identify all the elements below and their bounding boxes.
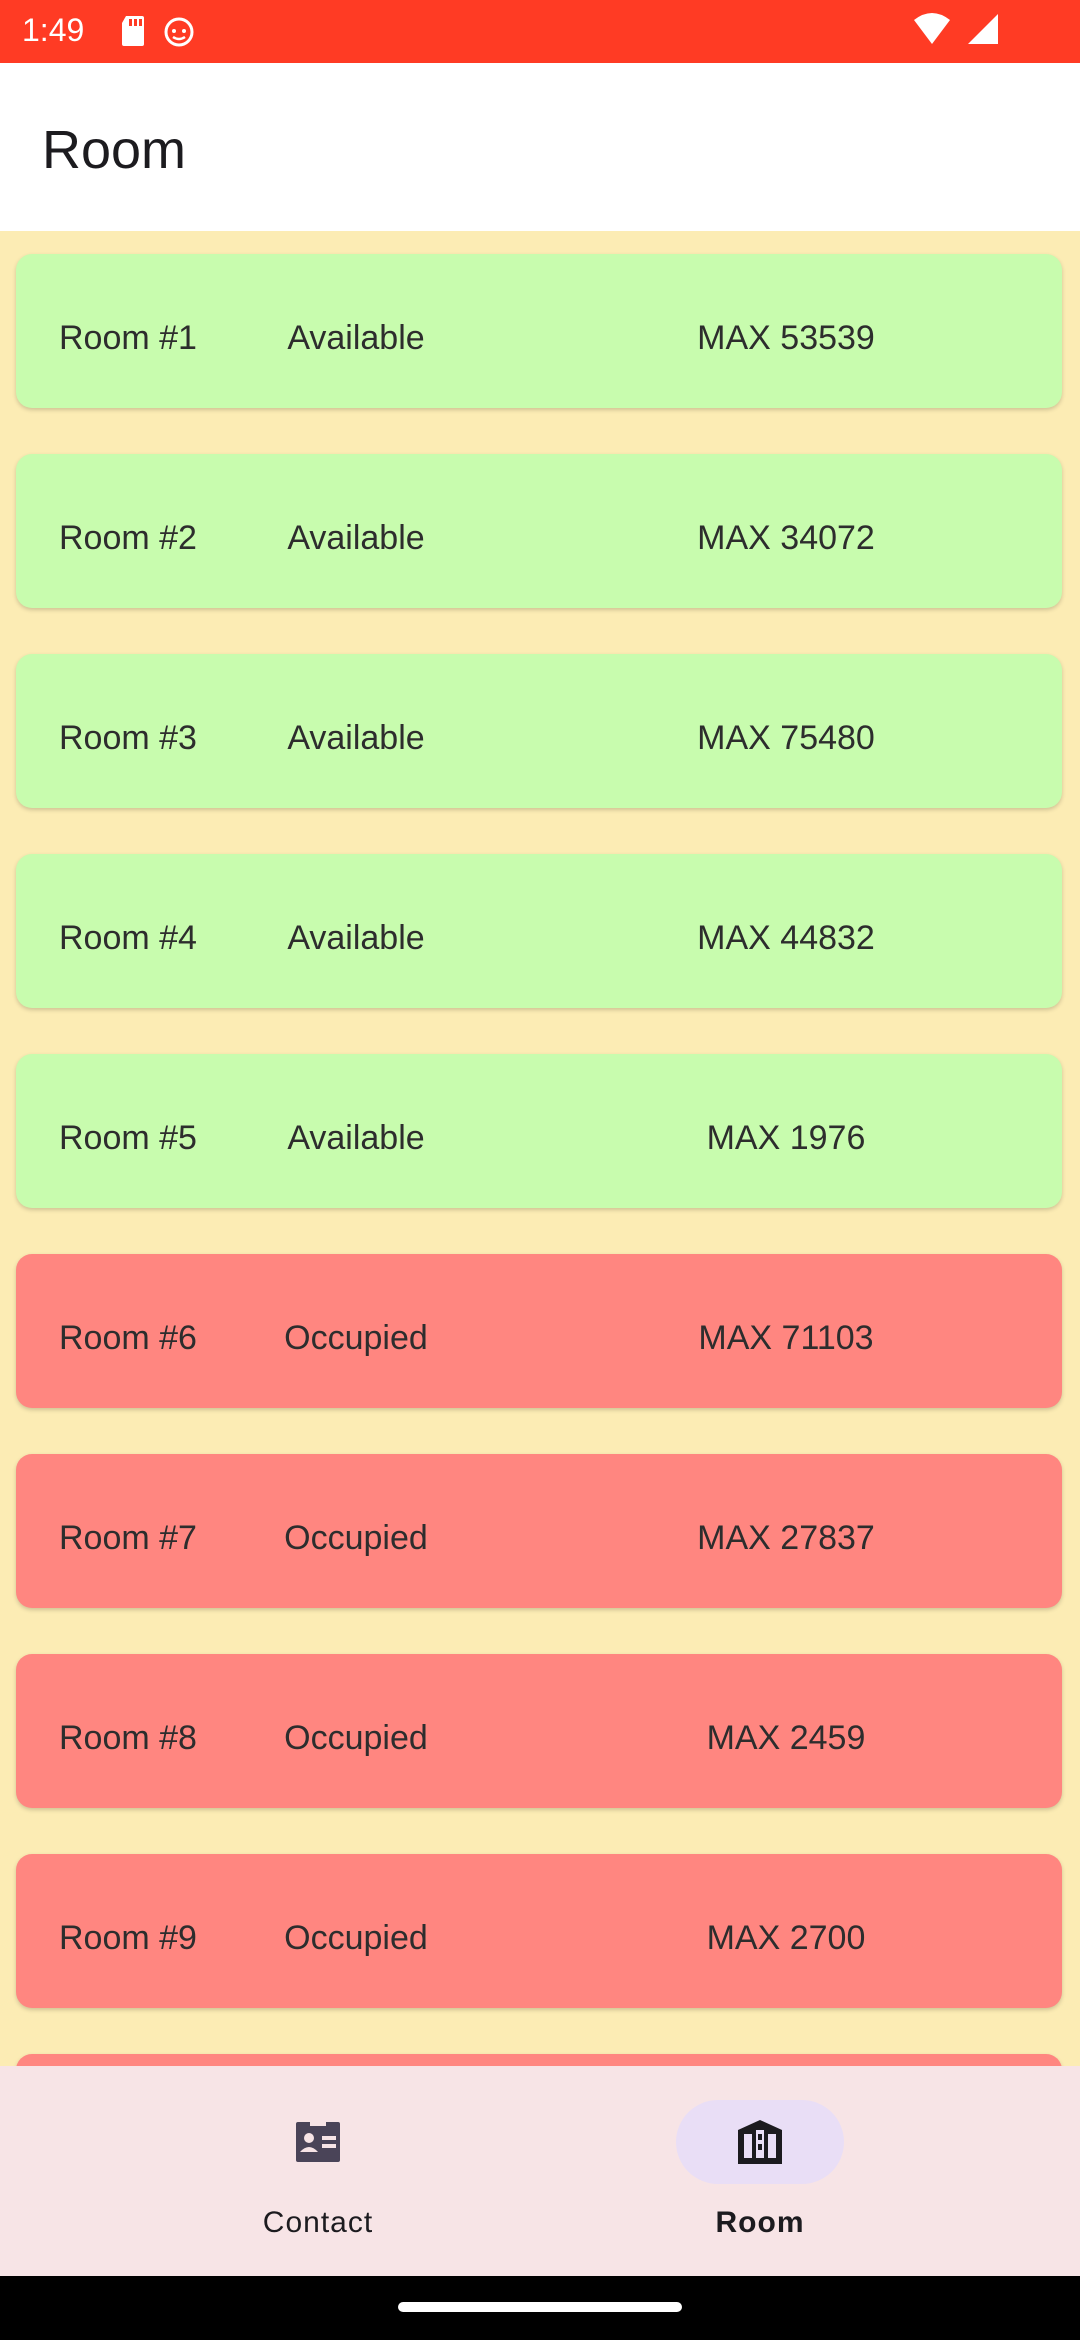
room-card[interactable]: Room #3 Available MAX 75480	[16, 654, 1062, 808]
room-status: Available	[287, 1119, 425, 1157]
room-status: Occupied	[284, 1919, 428, 1957]
app-bar: Room	[0, 63, 1080, 231]
room-card[interactable]: Room #8 Occupied MAX 2459	[16, 1654, 1062, 1808]
status-bar: 1:49	[0, 0, 1080, 63]
room-status: Occupied	[284, 1719, 428, 1757]
room-max: MAX 2459	[706, 1719, 866, 1757]
nav-item-contact[interactable]: Contact	[168, 2066, 468, 2276]
room-card[interactable]: Room #9 Occupied MAX 2700	[16, 1854, 1062, 2008]
nav-item-room[interactable]: Room	[610, 2066, 910, 2276]
nav-label-room: Room	[715, 2206, 805, 2239]
room-status: Occupied	[284, 1319, 428, 1357]
sd-card-icon	[122, 16, 144, 46]
room-max: MAX 71103	[698, 1319, 874, 1357]
room-name: Room #2	[59, 519, 197, 557]
room-name: Room #3	[59, 719, 197, 757]
room-card[interactable]: Room #5 Available MAX 1976	[16, 1054, 1062, 1208]
room-name: Room #5	[59, 1119, 197, 1157]
building-icon	[738, 2120, 782, 2164]
room-status: Available	[287, 919, 425, 957]
room-max: MAX 44832	[697, 919, 875, 957]
contact-card-icon	[296, 2122, 340, 2162]
room-card[interactable]: Room #6 Occupied MAX 71103	[16, 1254, 1062, 1408]
room-max: MAX 27837	[697, 1519, 875, 1557]
room-status: Available	[287, 319, 425, 357]
notification-app-icon	[164, 17, 194, 47]
status-time: 1:49	[22, 12, 85, 48]
room-max: MAX 34072	[697, 519, 875, 557]
room-name: Room #9	[59, 1919, 197, 1957]
room-max: MAX 2700	[706, 1919, 866, 1957]
room-name: Room #4	[59, 919, 197, 957]
room-max: MAX 1976	[706, 1119, 866, 1157]
nav-label-contact: Contact	[262, 2206, 374, 2239]
room-card[interactable]: Room #7 Occupied MAX 27837	[16, 1454, 1062, 1608]
bottom-navigation: Contact Room	[0, 2066, 1080, 2276]
cell-signal-icon	[968, 14, 998, 44]
room-card[interactable]: Room #1 Available MAX 53539	[16, 254, 1062, 408]
wifi-icon	[914, 13, 950, 44]
room-name: Room #6	[59, 1319, 197, 1357]
room-max: MAX 53539	[697, 319, 875, 357]
home-gesture-handle[interactable]	[398, 2302, 682, 2312]
room-card[interactable]: Room #4 Available MAX 44832	[16, 854, 1062, 1008]
gesture-navigation-bar	[0, 2276, 1080, 2340]
page-title: Room	[42, 120, 187, 180]
room-status: Available	[287, 719, 425, 757]
room-status: Occupied	[284, 1519, 428, 1557]
room-card-partial[interactable]	[16, 2054, 1062, 2066]
room-max: MAX 75480	[697, 719, 875, 757]
room-card[interactable]: Room #2 Available MAX 34072	[16, 454, 1062, 608]
room-name: Room #7	[59, 1519, 197, 1557]
room-status: Available	[287, 519, 425, 557]
room-name: Room #1	[59, 319, 197, 357]
room-name: Room #8	[59, 1719, 197, 1757]
room-list[interactable]: Room #1 Available MAX 53539 Room #2 Avai…	[0, 231, 1080, 2066]
